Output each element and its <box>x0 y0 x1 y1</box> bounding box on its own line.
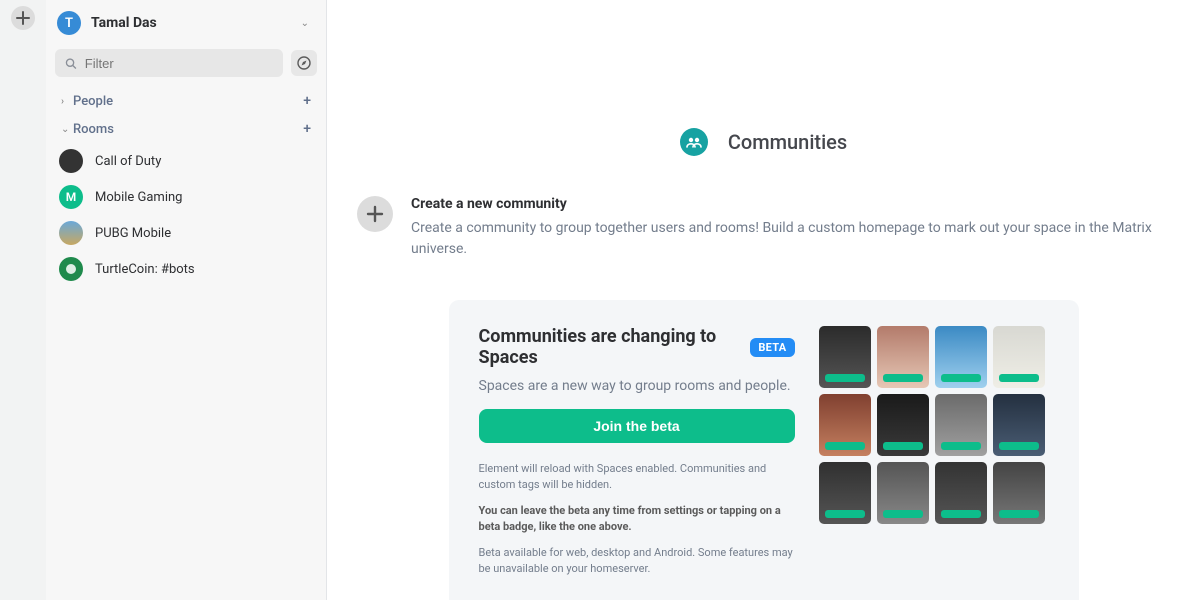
room-item[interactable]: TurtleCoin: #bots <box>55 251 317 287</box>
illustration-tile <box>877 462 929 524</box>
room-avatar <box>59 257 83 281</box>
chevron-down-icon: ⌄ <box>61 124 73 135</box>
promo-illustration <box>819 326 1049 587</box>
illustration-tile <box>819 462 871 524</box>
illustration-tile <box>819 326 871 388</box>
illustration-tile <box>819 394 871 456</box>
illustration-tile <box>993 462 1045 524</box>
promo-text: Communities are changing to Spaces BETA … <box>479 326 795 587</box>
spaces-promo-card: Communities are changing to Spaces BETA … <box>449 300 1079 600</box>
room-avatar <box>59 221 83 245</box>
page-header: Communities <box>357 128 1170 156</box>
create-space-button[interactable] <box>11 6 35 30</box>
search-icon <box>65 57 77 70</box>
add-people-button[interactable]: + <box>303 93 311 109</box>
room-name: Call of Duty <box>95 154 161 169</box>
room-item[interactable]: PUBG Mobile <box>55 215 317 251</box>
communities-icon <box>680 128 708 156</box>
filter-input[interactable] <box>85 56 273 71</box>
turtle-icon <box>64 262 78 276</box>
compass-icon <box>297 56 311 70</box>
filter-input-wrap[interactable] <box>55 49 283 77</box>
avatar: T <box>57 11 81 35</box>
chevron-right-icon: › <box>61 96 73 107</box>
illustration-tile <box>877 326 929 388</box>
profile-menu[interactable]: T Tamal Das ⌄ <box>55 7 317 43</box>
illustration-tile <box>935 326 987 388</box>
chevron-down-icon: ⌄ <box>301 18 309 29</box>
create-community-button[interactable] <box>357 196 393 232</box>
main-content: Communities Create a new community Creat… <box>327 0 1200 600</box>
filter-row <box>55 49 317 77</box>
illustration-tile <box>877 394 929 456</box>
illustration-tile <box>935 462 987 524</box>
create-community-text: Create a new community Create a communit… <box>411 196 1170 260</box>
room-name: PUBG Mobile <box>95 226 171 241</box>
promo-note: Beta available for web, desktop and Andr… <box>479 545 795 577</box>
rooms-section-header[interactable]: ⌄ Rooms + <box>55 115 317 143</box>
room-avatar <box>59 149 83 173</box>
illustration-tile <box>993 326 1045 388</box>
add-room-button[interactable]: + <box>303 121 311 137</box>
create-title: Create a new community <box>411 196 1170 212</box>
promo-note: You can leave the beta any time from set… <box>479 503 795 535</box>
room-item[interactable]: M Mobile Gaming <box>55 179 317 215</box>
plus-icon <box>16 11 30 25</box>
room-avatar: M <box>59 185 83 209</box>
room-name: Mobile Gaming <box>95 190 182 205</box>
people-label: People <box>73 94 113 109</box>
promo-title: Communities are changing to Spaces <box>479 326 739 368</box>
left-rail <box>0 0 46 600</box>
create-community-row: Create a new community Create a communit… <box>357 196 1170 260</box>
create-desc: Create a community to group together use… <box>411 218 1170 260</box>
plus-icon <box>366 205 384 223</box>
profile-name: Tamal Das <box>91 15 291 31</box>
promo-note: Element will reload with Spaces enabled.… <box>479 461 795 493</box>
rooms-label: Rooms <box>73 122 114 137</box>
people-section-header[interactable]: › People + <box>55 87 317 115</box>
sidebar: T Tamal Das ⌄ › People + ⌄ Rooms + Call … <box>46 0 327 600</box>
illustration-tile <box>935 394 987 456</box>
room-name: TurtleCoin: #bots <box>95 262 195 277</box>
room-item[interactable]: Call of Duty <box>55 143 317 179</box>
illustration-tile <box>993 394 1045 456</box>
beta-badge[interactable]: BETA <box>750 338 794 357</box>
page-title: Communities <box>728 130 847 154</box>
join-beta-button[interactable]: Join the beta <box>479 409 795 443</box>
promo-subtitle: Spaces are a new way to group rooms and … <box>479 378 795 394</box>
explore-button[interactable] <box>291 50 317 76</box>
group-icon <box>685 133 703 151</box>
